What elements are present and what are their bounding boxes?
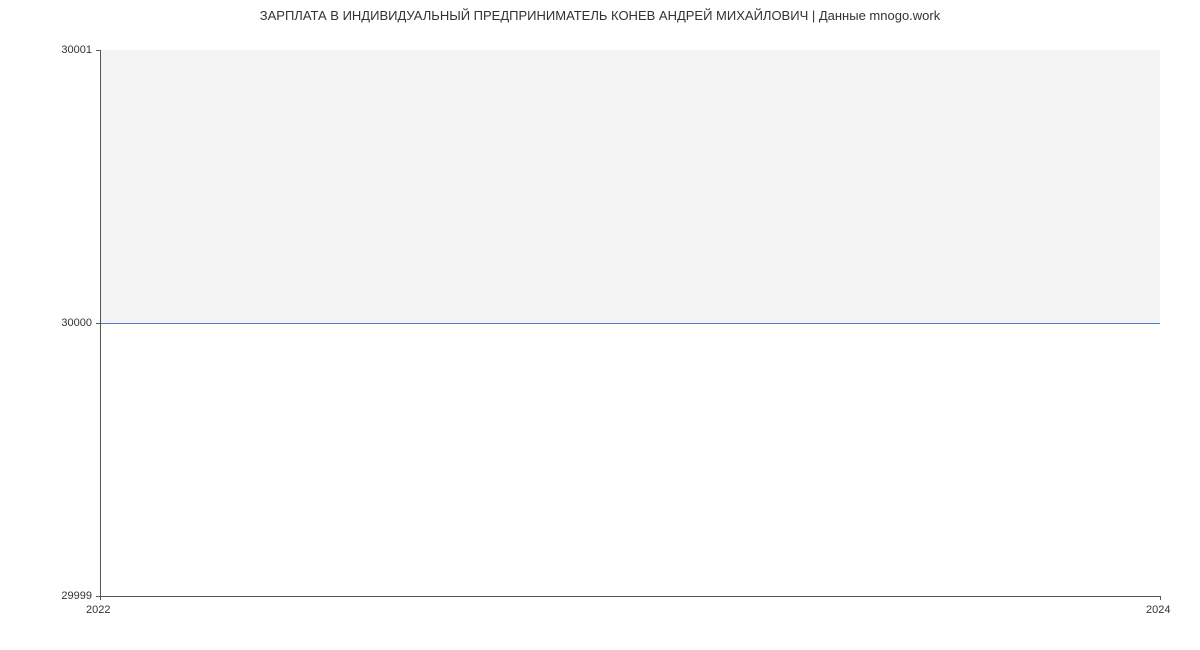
x-tick-label: 2024 [1146,604,1170,616]
plot-area [100,50,1160,596]
y-axis [100,50,101,596]
y-tick-label: 29999 [61,590,92,602]
y-tick-label: 30000 [61,317,92,329]
grid-band [100,50,1160,323]
x-tick [100,596,101,600]
y-tick [96,323,100,324]
y-tick [96,50,100,51]
x-tick [1160,596,1161,600]
chart-title: ЗАРПЛАТА В ИНДИВИДУАЛЬНЫЙ ПРЕДПРИНИМАТЕЛ… [0,8,1200,23]
x-axis [100,596,1160,597]
y-tick-label: 30001 [61,44,92,56]
chart-container: ЗАРПЛАТА В ИНДИВИДУАЛЬНЫЙ ПРЕДПРИНИМАТЕЛ… [0,0,1200,650]
data-series-line [100,323,1160,324]
x-tick-label: 2022 [86,604,110,616]
